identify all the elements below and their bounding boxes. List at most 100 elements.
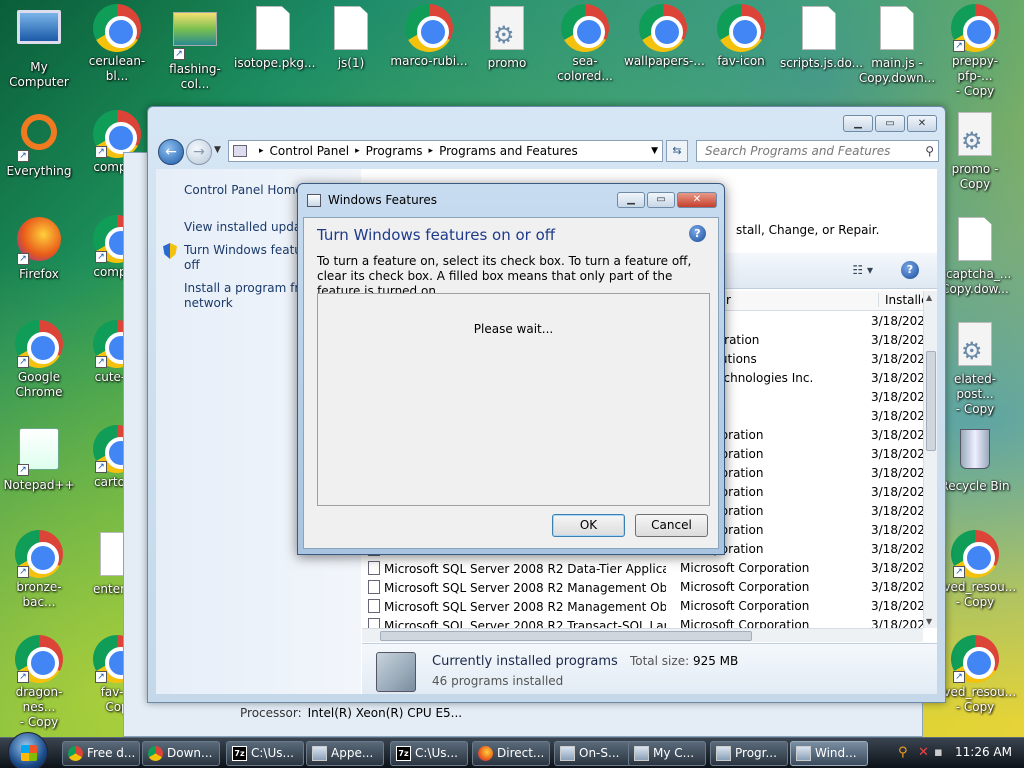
shortcut-arrow-icon: ↗ [17, 356, 29, 368]
taskbar-item[interactable]: Progr... [710, 741, 788, 766]
cancel-button[interactable]: Cancel [635, 514, 708, 537]
desktop-icon[interactable]: scripts.js.do... [780, 4, 863, 71]
desktop-icon[interactable]: ↗ flashing-col... [156, 4, 234, 92]
forward-button[interactable]: → [186, 139, 212, 165]
scroll-down-icon[interactable]: ▼ [926, 617, 932, 626]
desktop-icon[interactable]: wallpapers-... [624, 4, 705, 69]
taskbar-item[interactable]: 7z C:\Us... [226, 741, 304, 766]
table-row[interactable]: Microsoft SQL Server 2008 R2 Data-Tier A… [362, 559, 923, 578]
taskbar-item[interactable]: My C... [628, 741, 706, 766]
desktop-icon[interactable]: ↗ Firefox [0, 215, 78, 282]
search-input[interactable]: Search Programs and Features ⚲ [696, 140, 939, 162]
control-panel-home-link[interactable]: Control Panel Home [184, 183, 303, 197]
features-tree[interactable]: Please wait... [317, 293, 710, 506]
taskbar-item[interactable]: 7z C:\Us... [390, 741, 468, 766]
desktop-icon[interactable]: cerulean-bl... [78, 4, 156, 84]
desktop-icon[interactable]: js(1) [312, 4, 390, 71]
back-button[interactable]: ← [158, 139, 184, 165]
minimize-button[interactable]: ▁ [843, 115, 873, 132]
desktop-icon-label: Notepad++ [3, 478, 75, 492]
taskbar-item[interactable]: Direct... [472, 741, 550, 766]
desktop-icon[interactable]: ↗ dragon-nes... - Copy [0, 635, 78, 730]
desktop-icon[interactable]: elated-post... - Copy [936, 320, 1014, 417]
search-placeholder: Search Programs and Features [705, 144, 891, 158]
chevron-down-icon[interactable]: ▼ [651, 146, 658, 156]
column-publisher[interactable]: r [726, 293, 731, 307]
taskbar-item[interactable]: Free d... [62, 741, 140, 766]
desktop-icon[interactable]: ↗ aved_resou... - Copy [936, 635, 1016, 715]
desktop-icon[interactable]: ↗ Notepad++ [0, 425, 78, 493]
program-installed-date: 3/18/2023 [871, 352, 923, 366]
desktop-icon[interactable]: ↗ bronze-bac... [0, 530, 78, 610]
hscroll-thumb[interactable] [380, 631, 752, 641]
desktop-icon[interactable]: Recycle Bin [936, 425, 1014, 494]
views-icon[interactable]: ☷ ▾ [852, 263, 873, 277]
table-row[interactable]: Microsoft SQL Server 2008 R2 Management … [362, 597, 923, 616]
scroll-up-icon[interactable]: ▲ [926, 293, 932, 302]
desktop-icon[interactable]: promo [468, 4, 546, 71]
vertical-scrollbar[interactable]: ▲ ▼ [923, 291, 937, 628]
desktop-icon[interactable]: ↗ preppy-pfp-... - Copy [936, 4, 1014, 99]
program-name: Microsoft SQL Server 2008 R2 Data-Tier A… [368, 561, 666, 576]
desktop-icon[interactable]: sea-colored... [546, 4, 624, 84]
scroll-thumb[interactable] [926, 351, 936, 451]
close-button[interactable]: ✕ [907, 115, 937, 132]
desktop-icon[interactable]: ecaptcha_... Copy.dow... [936, 215, 1014, 297]
file-icon [249, 6, 297, 54]
desktop-icon[interactable]: main.js - Copy.down... [858, 4, 936, 86]
system-tray: ⚲ ✕ ▪ 11:26 AM [894, 738, 1024, 768]
navigation-bar: ← → ▼ ▸ Control Panel ▸ Programs ▸ Progr… [156, 139, 939, 165]
minimize-button[interactable]: ▁ [617, 192, 645, 208]
ok-button[interactable]: OK [552, 514, 625, 537]
network-icon[interactable]: ▪ [934, 745, 943, 760]
address-bar[interactable]: ▸ Control Panel ▸ Programs ▸ Programs an… [228, 140, 663, 162]
desktop-icon[interactable]: ↗ aved_resou... - Copy [936, 530, 1016, 610]
close-button[interactable]: ✕ [677, 192, 717, 208]
program-installed-date: 3/18/2023 [871, 485, 923, 499]
chrome-icon: ↗ [951, 4, 999, 52]
processor-info: Processor: Intel(R) Xeon(R) CPU E5... [240, 706, 462, 720]
start-button[interactable] [8, 732, 48, 768]
program-count: 46 programs installed [432, 674, 564, 688]
horizontal-scrollbar[interactable] [362, 628, 923, 642]
window-icon [716, 746, 731, 761]
desktop-icon[interactable]: fav-icon [702, 4, 780, 69]
search-icon[interactable]: ⚲ [925, 141, 934, 161]
shortcut-arrow-icon: ↗ [17, 464, 29, 476]
desktop-icon[interactable]: My Computer [0, 4, 78, 90]
desktop-icon[interactable]: marco-rubi... [390, 4, 468, 69]
shortcut-arrow-icon: ↗ [95, 356, 107, 368]
table-row[interactable]: Microsoft SQL Server 2008 R2 Transact-SQ… [362, 616, 923, 628]
history-dropdown-icon[interactable]: ▼ [214, 145, 221, 155]
breadcrumb-programs[interactable]: Programs [366, 144, 423, 158]
refresh-button[interactable]: ⇆ [666, 140, 688, 162]
chrome-icon: ↗ [951, 530, 999, 578]
maximize-button[interactable]: ▭ [647, 192, 675, 208]
search-icon[interactable]: ⚲ [898, 745, 908, 760]
desktop-icon[interactable]: ↗ Google Chrome [0, 320, 78, 400]
breadcrumb-control-panel[interactable]: Control Panel [270, 144, 350, 158]
taskbar-item[interactable]: Wind... [790, 741, 868, 766]
chrome-icon [68, 746, 83, 761]
maximize-button[interactable]: ▭ [875, 115, 905, 132]
taskbar-item[interactable]: Down... [142, 741, 220, 766]
shortcut-arrow-icon: ↗ [95, 146, 107, 158]
computer-icon [15, 10, 63, 58]
desktop-icon[interactable]: promo - Copy [936, 110, 1014, 192]
help-icon[interactable]: ? [901, 261, 919, 279]
taskbar-item[interactable]: Appe... [306, 741, 384, 766]
table-row[interactable]: Microsoft SQL Server 2008 R2 Management … [362, 578, 923, 597]
shield-icon [163, 243, 177, 259]
clock[interactable]: 11:26 AM [955, 745, 1012, 759]
taskbar-item-label: Free d... [87, 746, 136, 760]
help-icon[interactable]: ? [689, 225, 706, 242]
desktop-icon[interactable]: ↗ Everything [0, 110, 78, 179]
control-panel-icon [233, 145, 247, 157]
breadcrumb-programs-features[interactable]: Programs and Features [439, 144, 578, 158]
desktop-icon-label: marco-rubi... [390, 54, 468, 68]
taskbar-item-label: C:\Us... [415, 746, 458, 760]
taskbar-item[interactable]: On-S... [554, 741, 632, 766]
program-installed-date: 3/18/2023 [871, 314, 923, 328]
speaker-muted-icon[interactable]: ✕ [918, 745, 929, 760]
desktop-icon[interactable]: isotope.pkg... [234, 4, 315, 71]
